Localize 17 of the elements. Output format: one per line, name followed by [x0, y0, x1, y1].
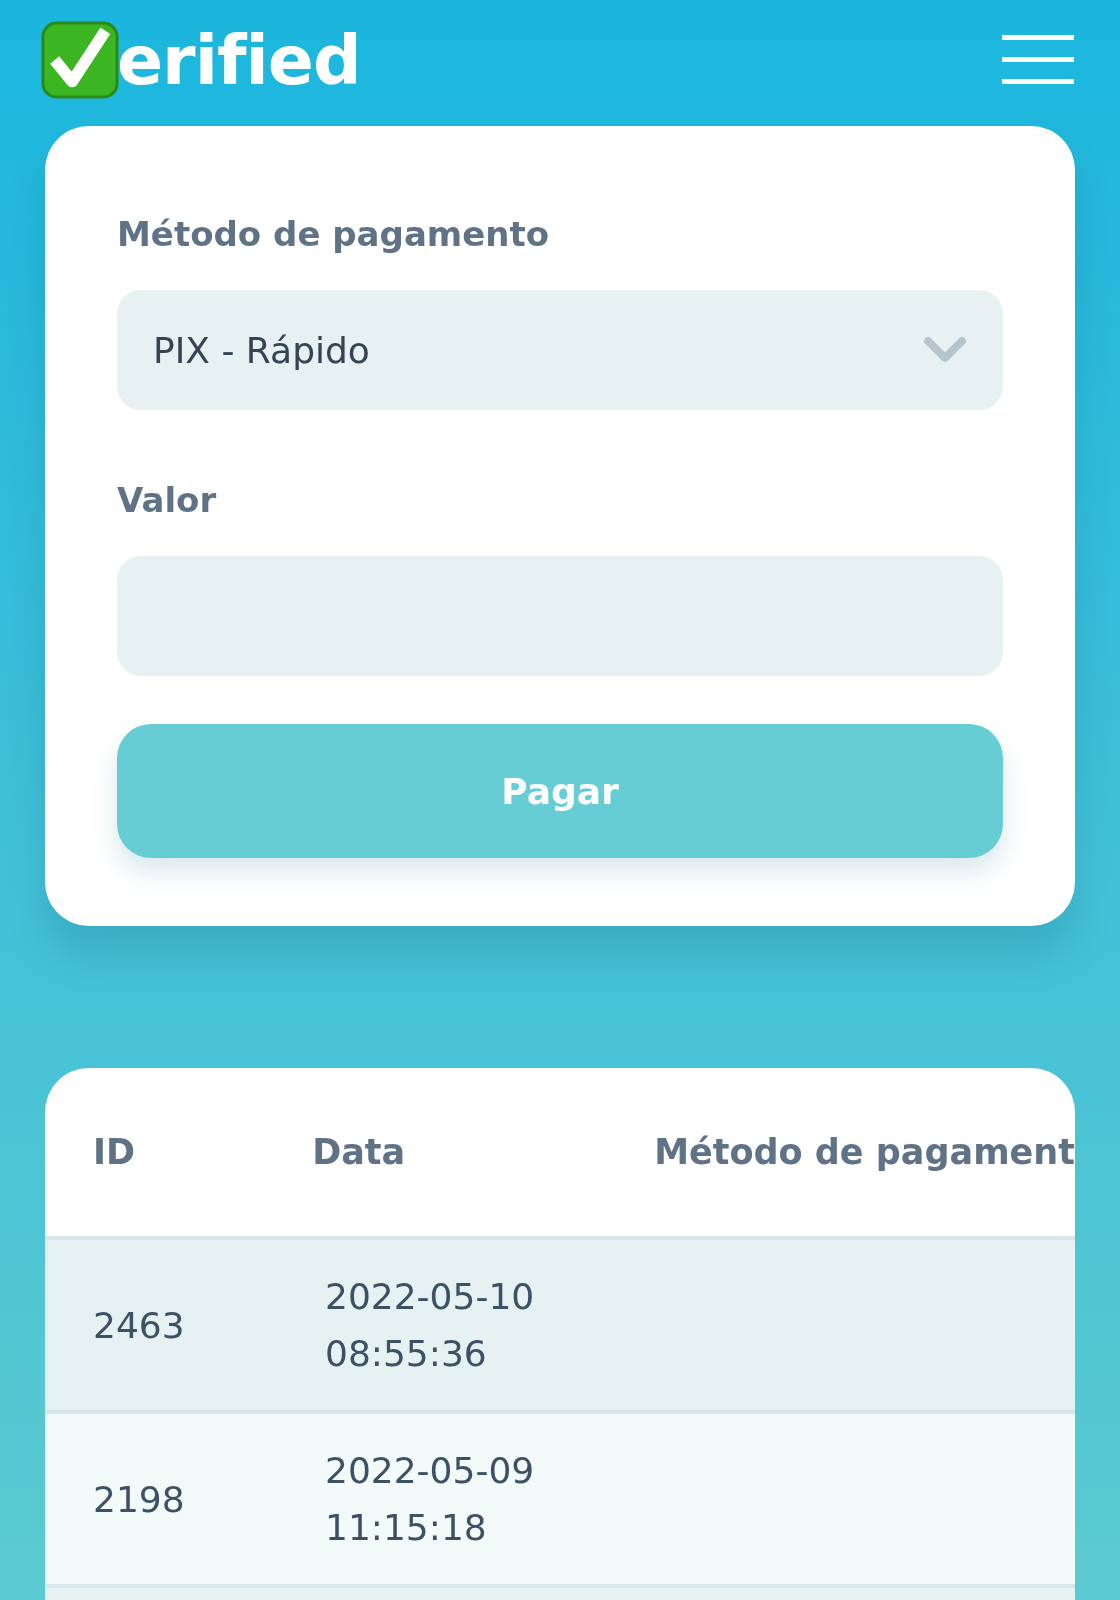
column-header: ID [92, 1132, 137, 1172]
column-header: Data [312, 1132, 407, 1172]
field-label: Método de pagamento [117, 214, 551, 256]
table-cell-text: 2198 [92, 1478, 186, 1520]
amount-input-field[interactable] [117, 556, 1003, 676]
table-cell-text: 2022-05-10 [325, 1276, 536, 1317]
table-cell-text: 2022-05-09 [325, 1450, 536, 1491]
check-mark-icon [41, 21, 119, 99]
menu-icon[interactable] [1002, 35, 1074, 85]
table-cell-text: 11:15:18 [325, 1507, 488, 1548]
logo-text: erified [117, 20, 361, 100]
payment-method-select[interactable]: PIX - Rápido [117, 290, 1003, 410]
table-cell-text: 08:55:36 [325, 1333, 488, 1374]
column-header: Método de pagament [654, 1132, 1075, 1172]
chevron-down-icon [923, 336, 967, 364]
field-label: Valor [117, 480, 218, 522]
table-cell-text: 2463 [92, 1304, 186, 1346]
